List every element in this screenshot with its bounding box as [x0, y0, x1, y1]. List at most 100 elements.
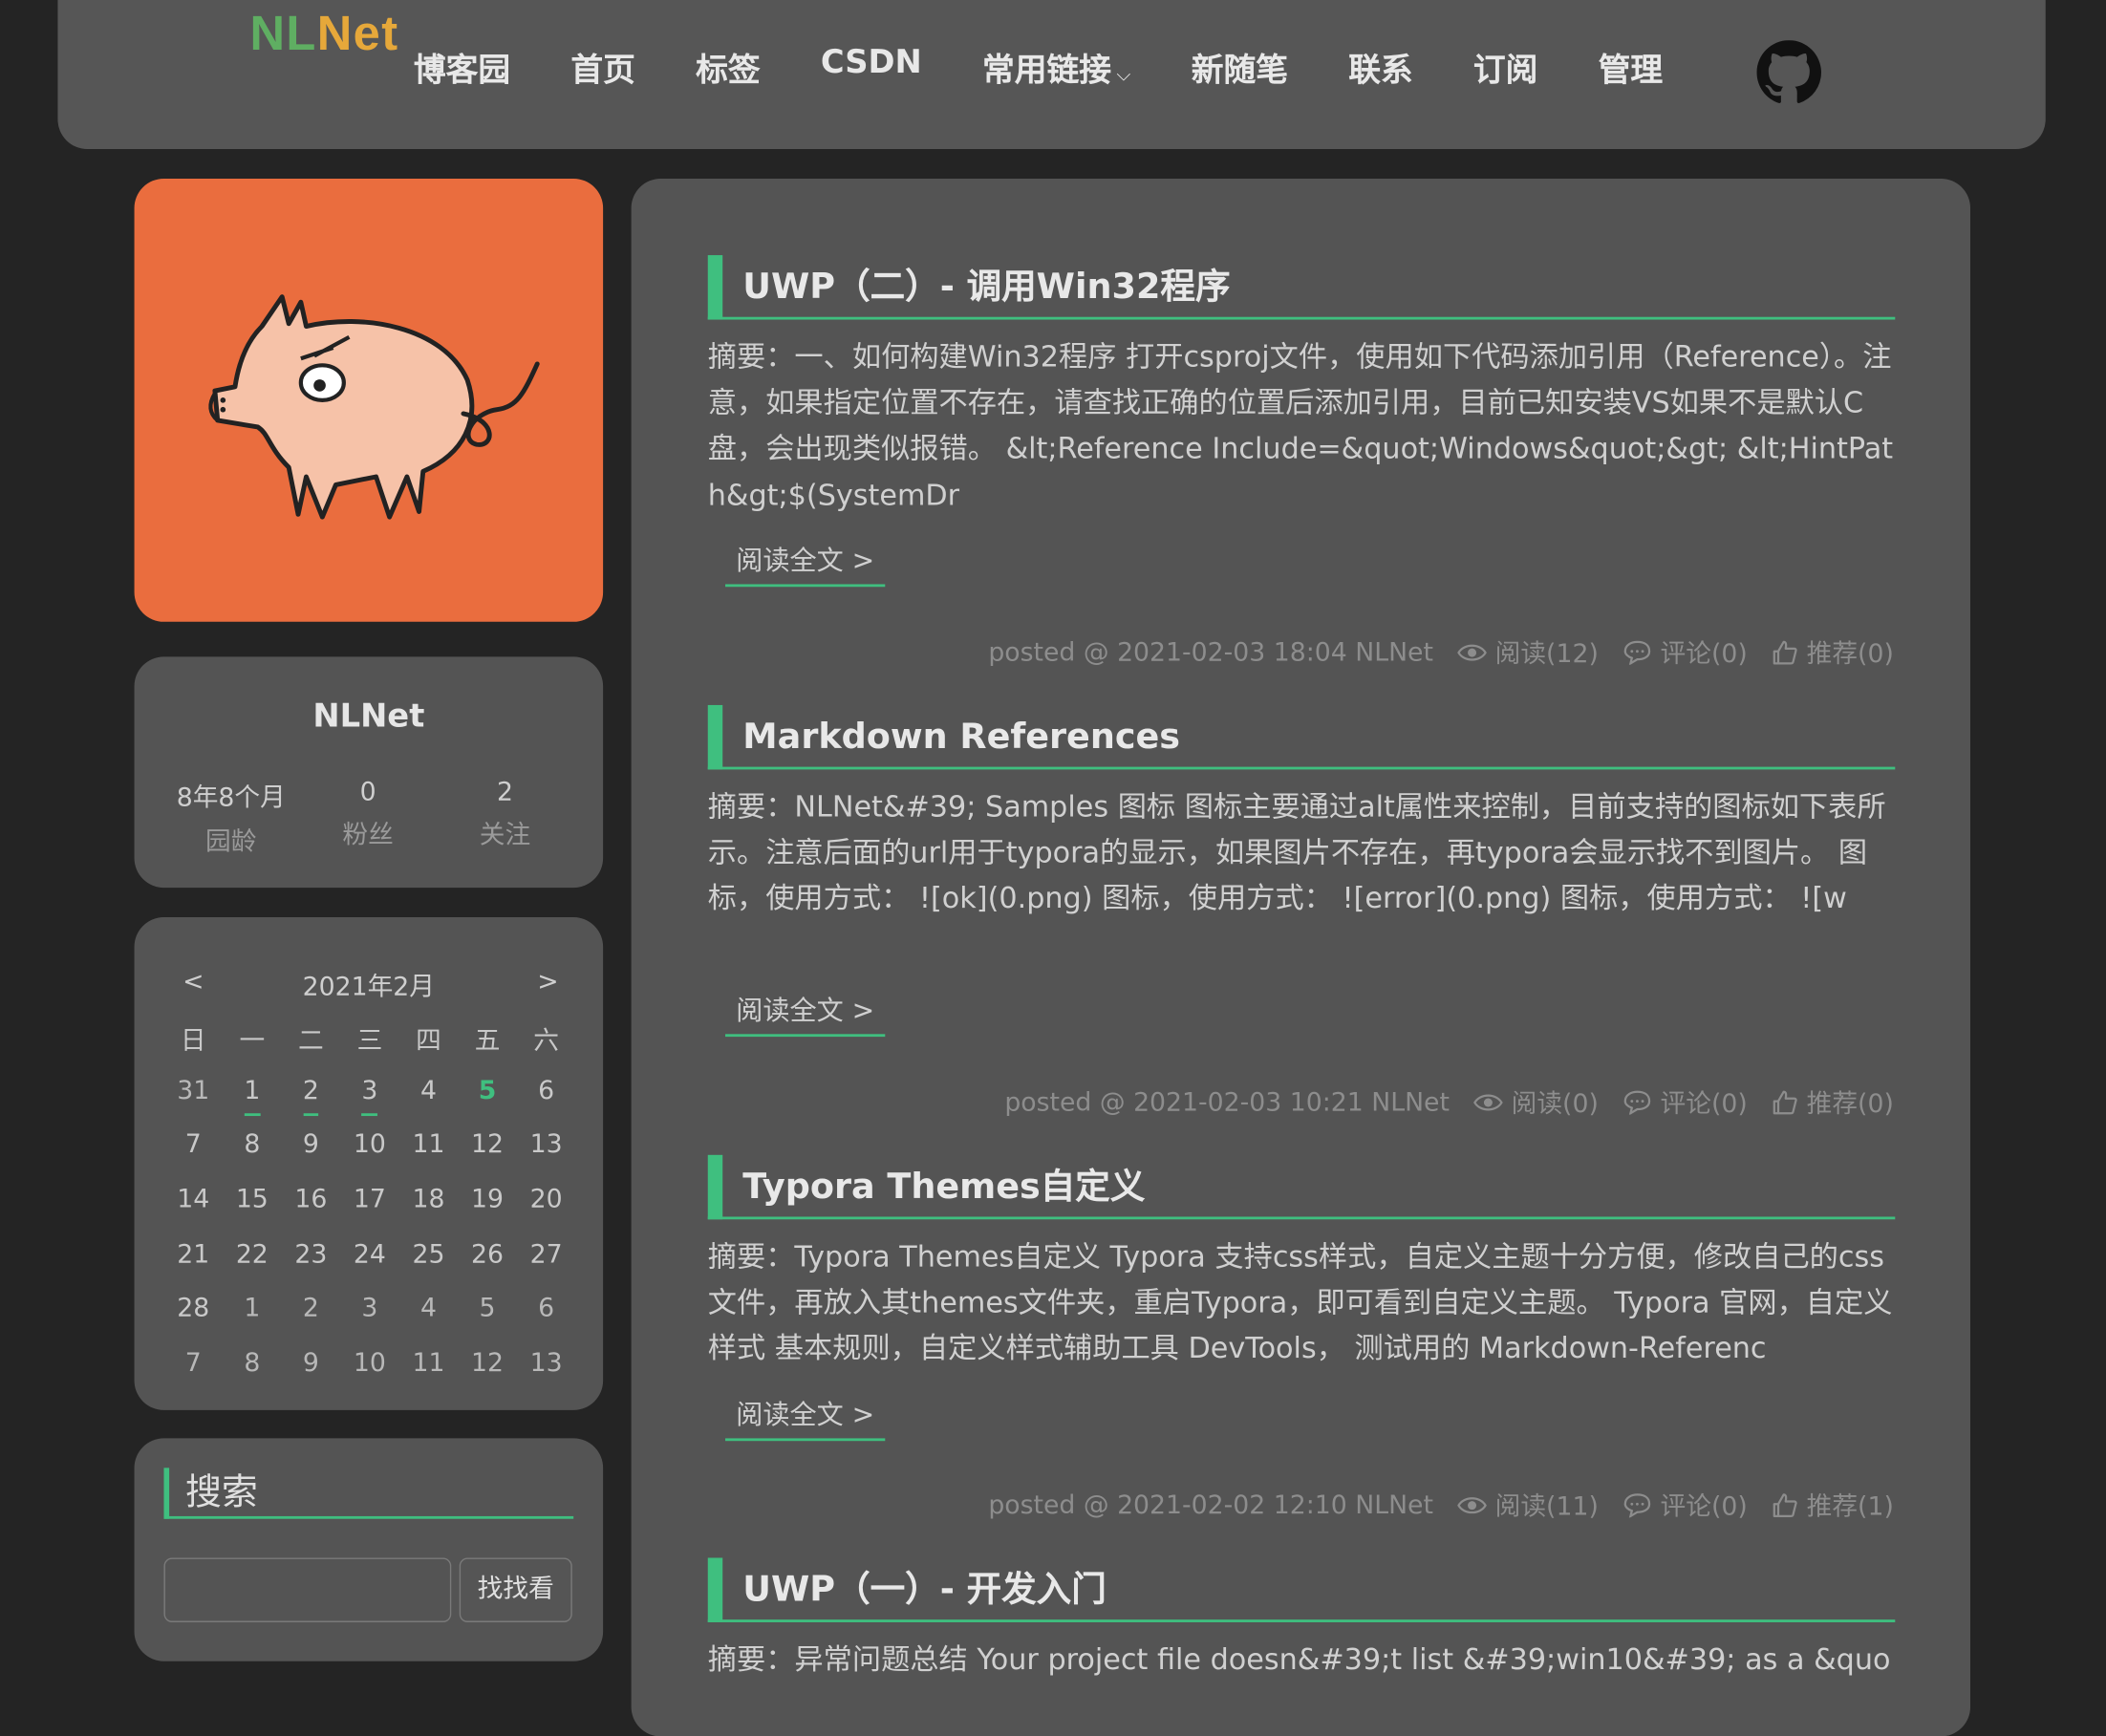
github-icon[interactable] — [1756, 40, 1821, 104]
nav-item-home[interactable]: 首页 — [570, 43, 634, 90]
nav-menu: 博客园 首页 标签 CSDN 常用链接 ⌵ 新随笔 联系 订阅 管理 — [414, 43, 1723, 90]
post-likes-count: 推荐(0) — [1806, 639, 1894, 669]
post-item: Typora Themes自定义 摘要：Typora Themes自定义 Typ… — [707, 1154, 1896, 1442]
weekday-label: 五 — [474, 1025, 501, 1056]
post-comments-count: 评论(0) — [1660, 1088, 1748, 1119]
nav-item-new-post[interactable]: 新随笔 — [1192, 43, 1288, 90]
post-date-author[interactable]: posted @ 2021-02-03 10:21 NLNet — [1004, 1087, 1450, 1117]
calendar-week-row: 31 1 2 3 4 5 6 — [163, 1075, 575, 1129]
calendar-day: 12 — [471, 1348, 505, 1379]
calendar-grid: 日 一 二 三 四 五 六 31 1 2 3 4 5 6 7 8 9 10 11… — [163, 1020, 575, 1403]
profile-card: NLNet 8年8个月 园龄 0 粉丝 2 关注 — [134, 656, 604, 889]
post-likes[interactable]: 推荐(0) — [1772, 1083, 1894, 1120]
calendar-day: 14 — [177, 1184, 210, 1214]
stat-blog-age[interactable]: 8年8个月 园龄 — [157, 778, 305, 858]
read-more-link[interactable]: 阅读全文 > — [725, 1393, 886, 1442]
calendar-day: 15 — [235, 1184, 269, 1214]
calendar-day: 8 — [244, 1348, 261, 1379]
calendar-day: 25 — [412, 1239, 445, 1269]
calendar-title: 2021年2月 — [302, 972, 436, 1002]
calendar-day: 9 — [302, 1348, 319, 1379]
nav-item-links-label: 常用链接 — [981, 51, 1111, 89]
comment-icon — [1623, 640, 1651, 665]
top-navigation-bar: NLNet 博客园 首页 标签 CSDN 常用链接 ⌵ 新随笔 联系 订阅 管理 — [57, 0, 2046, 150]
calendar-day: 18 — [412, 1184, 445, 1214]
weekday-label: 六 — [533, 1025, 559, 1056]
post-comments[interactable]: 评论(0) — [1622, 633, 1748, 670]
nav-item-links[interactable]: 常用链接 ⌵ — [982, 43, 1130, 90]
read-more-link[interactable]: 阅读全文 > — [725, 989, 886, 1038]
calendar-day: 12 — [471, 1129, 505, 1160]
post-comments-count: 评论(0) — [1660, 1491, 1748, 1522]
profile-name[interactable]: NLNet — [135, 697, 604, 735]
post-summary: 摘要：NLNet&#39; Samples 图标 图标主要通过alt属性来控制，… — [707, 790, 1886, 917]
calendar-day-link[interactable]: 3 — [340, 1075, 399, 1129]
post-reads[interactable]: 阅读(12) — [1457, 633, 1599, 670]
stat-following[interactable]: 2 关注 — [431, 778, 579, 851]
calendar-day: 17 — [353, 1184, 386, 1214]
read-more-link[interactable]: 阅读全文 > — [725, 539, 886, 588]
post-comments[interactable]: 评论(0) — [1622, 1083, 1748, 1120]
search-button[interactable]: 找找看 — [459, 1557, 572, 1622]
search-input[interactable] — [163, 1557, 452, 1622]
post-likes-count: 推荐(1) — [1806, 1491, 1894, 1522]
post-summary: 摘要：Typora Themes自定义 Typora 支持css样式，自定义主题… — [707, 1240, 1893, 1367]
calendar-day: 16 — [294, 1184, 328, 1214]
post-reads[interactable]: 阅读(0) — [1473, 1083, 1599, 1120]
thumbs-up-icon — [1773, 1492, 1797, 1517]
calendar-day: 26 — [471, 1239, 505, 1269]
stat-value: 8年8个月 — [176, 782, 286, 813]
calendar-day: 4 — [419, 1075, 437, 1105]
post-summary: 摘要：一、如何构建Win32程序 打开csproj文件，使用如下代码添加引用（R… — [707, 341, 1894, 513]
calendar-day-link[interactable]: 2 — [282, 1075, 341, 1129]
nav-item-tags[interactable]: 标签 — [696, 43, 760, 90]
calendar-day: 4 — [419, 1294, 437, 1324]
stat-value: 2 — [497, 777, 514, 807]
post-date-author[interactable]: posted @ 2021-02-03 18:04 NLNet — [988, 637, 1433, 667]
calendar-day: 28 — [177, 1294, 210, 1324]
avatar[interactable] — [134, 178, 604, 622]
post-item: Markdown References 摘要：NLNet&#39; Sample… — [707, 704, 1896, 1038]
weekday-label: 二 — [298, 1025, 324, 1056]
nav-item-manage[interactable]: 管理 — [1599, 43, 1663, 90]
post-title[interactable]: Markdown References — [707, 704, 1896, 770]
post-title[interactable]: Typora Themes自定义 — [707, 1154, 1896, 1220]
calendar-day: 11 — [412, 1348, 445, 1379]
nav-item-cnblogs[interactable]: 博客园 — [414, 43, 510, 90]
calendar-day: 10 — [353, 1129, 386, 1160]
post-likes[interactable]: 推荐(1) — [1772, 1487, 1894, 1523]
site-logo[interactable]: NLNet — [249, 6, 398, 62]
calendar-day: 10 — [353, 1348, 386, 1379]
post-date-author[interactable]: posted @ 2021-02-02 12:10 NLNet — [988, 1490, 1433, 1520]
post-comments[interactable]: 评论(0) — [1622, 1487, 1748, 1523]
weekday-label: 日 — [180, 1025, 206, 1056]
pig-avatar-illustration — [208, 294, 540, 520]
nav-item-csdn[interactable]: CSDN — [821, 43, 922, 90]
eye-icon — [1473, 1093, 1504, 1110]
calendar-day: 22 — [235, 1239, 269, 1269]
calendar-day-link[interactable]: 1 — [223, 1075, 282, 1129]
calendar-day: 5 — [479, 1294, 496, 1324]
post-reads-count: 阅读(0) — [1511, 1088, 1599, 1119]
nav-item-subscribe[interactable]: 订阅 — [1473, 43, 1537, 90]
eye-icon — [1457, 643, 1488, 660]
post-title[interactable]: UWP（一）- 开发入门 — [707, 1557, 1896, 1622]
calendar-day: 21 — [177, 1239, 210, 1269]
stat-followers[interactable]: 0 粉丝 — [294, 778, 442, 851]
search-card: 搜索 — [134, 1438, 604, 1661]
post-likes[interactable]: 推荐(0) — [1772, 633, 1894, 670]
calendar: < 2021年2月 > 日 一 二 三 四 五 六 31 1 2 3 4 5 6 — [134, 917, 604, 1410]
post-comments-count: 评论(0) — [1660, 639, 1748, 669]
comment-icon — [1623, 1492, 1651, 1517]
nav-item-contact[interactable]: 联系 — [1348, 43, 1412, 90]
calendar-week-row: 21 22 23 24 25 26 27 — [163, 1239, 575, 1294]
post-footer: posted @ 2021-02-03 10:21 NLNet 阅读(0) 评论… — [1004, 1083, 1894, 1120]
post-title[interactable]: UWP（二）- 调用Win32程序 — [707, 255, 1896, 320]
post-reads[interactable]: 阅读(11) — [1457, 1487, 1599, 1523]
post-footer: posted @ 2021-02-02 12:10 NLNet 阅读(11) 评… — [988, 1487, 1894, 1523]
calendar-next-button[interactable]: > — [537, 967, 558, 997]
calendar-weekday-row: 日 一 二 三 四 五 六 — [163, 1020, 575, 1075]
post-list: UWP（二）- 调用Win32程序 摘要：一、如何构建Win32程序 打开csp… — [631, 178, 1971, 1736]
logo-text-part2: Net — [316, 5, 399, 61]
calendar-week-row: 7 8 9 10 11 12 13 — [163, 1348, 575, 1403]
